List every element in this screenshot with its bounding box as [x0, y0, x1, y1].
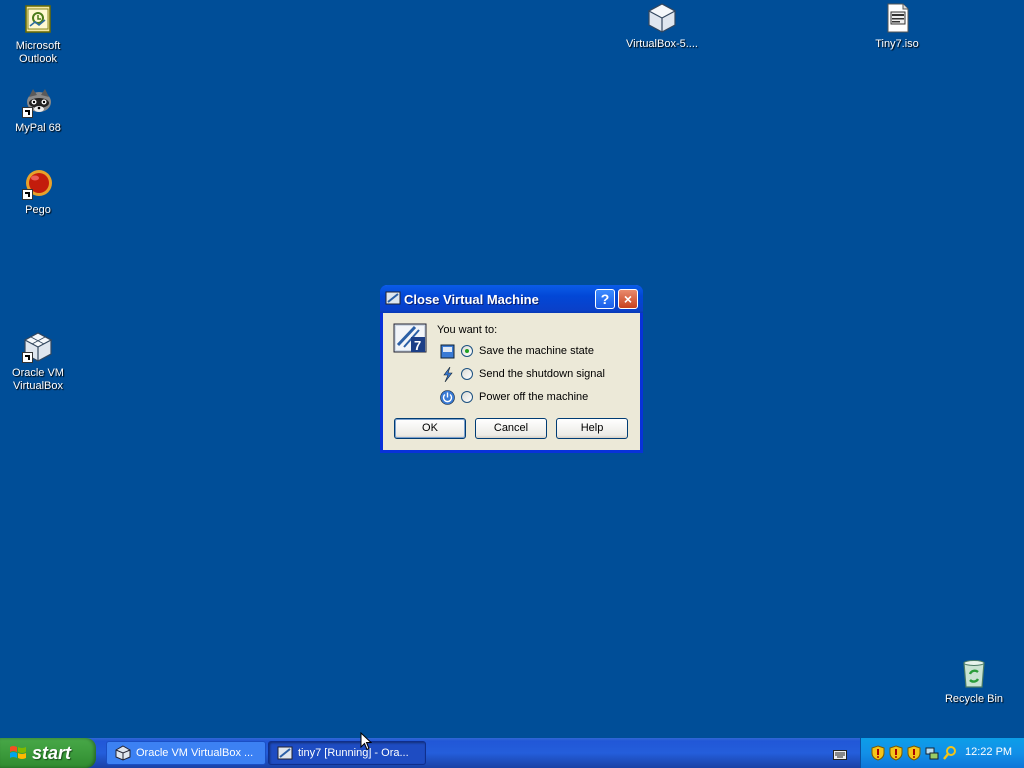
title-help-button[interactable]: ?	[595, 289, 615, 309]
virtualbox-icon	[22, 331, 54, 363]
option-label: Send the shutdown signal	[479, 368, 605, 380]
desktop: Microsoft Outlook MyPal 68 Pego Oracle V…	[0, 0, 1024, 768]
taskbar-item-oracle-vm-virtualbox[interactable]: Oracle VM VirtualBox ...	[106, 741, 266, 765]
mouse-cursor-icon	[360, 731, 373, 751]
option-shutdown-signal[interactable]: Send the shutdown signal	[440, 366, 605, 382]
svg-text:7: 7	[414, 338, 421, 353]
shortcut-arrow-icon	[22, 189, 33, 200]
shield-icon[interactable]	[871, 745, 885, 761]
power-off-icon	[440, 389, 455, 405]
shield-icon[interactable]	[907, 745, 921, 761]
shortcut-arrow-icon	[22, 107, 33, 118]
dialog-titlebar[interactable]: Close Virtual Machine ? ×	[380, 285, 643, 313]
help-button[interactable]: Help	[556, 418, 628, 439]
desktop-icon-label: MyPal 68	[15, 122, 61, 134]
save-state-icon	[440, 344, 455, 359]
option-label: Power off the machine	[479, 391, 589, 403]
desktop-icon-recycle-bin[interactable]: Recycle Bin	[936, 657, 1012, 706]
taskbar: start Oracle VM VirtualBox ... tiny7 [Ru…	[0, 738, 1024, 768]
iso-file-icon	[881, 2, 913, 34]
desktop-icon-label: Tiny7.iso	[875, 38, 919, 50]
virtualbox-installer-icon	[646, 2, 678, 34]
keyboard-icon[interactable]	[833, 747, 847, 760]
shutdown-signal-icon	[440, 366, 455, 382]
outlook-icon	[22, 4, 54, 36]
pego-icon	[22, 168, 54, 200]
taskbar-item-tiny7-running[interactable]: tiny7 [Running] - Ora...	[268, 741, 426, 765]
shield-icon[interactable]	[889, 745, 903, 761]
search-icon[interactable]	[943, 745, 957, 761]
desktop-icon-oracle-vm-virtualbox[interactable]: Oracle VM VirtualBox	[0, 331, 76, 393]
title-close-button[interactable]: ×	[618, 289, 638, 309]
cancel-button[interactable]: Cancel	[475, 418, 547, 439]
virtualbox-vm-icon: 7	[393, 321, 427, 355]
system-tray: 12:22 PM	[860, 738, 1024, 768]
desktop-icon-label: Pego	[25, 204, 51, 216]
recycle-bin-icon	[958, 657, 990, 689]
power-off-radio[interactable]	[461, 391, 473, 403]
desktop-icon-pego[interactable]: Pego	[0, 168, 76, 217]
save-state-radio[interactable]	[461, 345, 473, 357]
network-icon[interactable]	[925, 745, 939, 761]
desktop-icon-outlook[interactable]: Microsoft Outlook	[0, 4, 76, 66]
desktop-icon-label: Microsoft Outlook	[15, 40, 61, 65]
virtualbox-small-icon	[385, 290, 401, 306]
mypal-icon	[22, 86, 54, 118]
vm-window-task-icon	[277, 745, 293, 761]
start-button[interactable]: start	[0, 738, 96, 768]
dialog-title: Close Virtual Machine	[404, 292, 539, 307]
virtualbox-task-icon	[115, 745, 131, 761]
option-save-state[interactable]: Save the machine state	[440, 343, 594, 359]
close-virtual-machine-dialog: Close Virtual Machine ? × 7 You want to:	[380, 285, 643, 453]
desktop-icon-tiny7-iso[interactable]: Tiny7.iso	[859, 2, 935, 51]
ok-button[interactable]: OK	[394, 418, 466, 439]
option-label: Save the machine state	[479, 345, 594, 357]
windows-flag-icon	[9, 745, 27, 761]
desktop-icon-label: VirtualBox-5....	[626, 38, 698, 50]
task-label: Oracle VM VirtualBox ...	[136, 747, 254, 759]
clock[interactable]: 12:22 PM	[965, 746, 1012, 758]
desktop-icon-label: Recycle Bin	[944, 693, 1004, 705]
desktop-icon-label: Oracle VM VirtualBox	[12, 367, 64, 392]
dialog-body: 7 You want to: Save the machine state Se…	[383, 313, 640, 450]
shutdown-signal-radio[interactable]	[461, 368, 473, 380]
option-power-off[interactable]: Power off the machine	[440, 389, 588, 405]
desktop-icon-virtualbox-installer[interactable]: VirtualBox-5....	[624, 2, 700, 51]
desktop-icon-mypal[interactable]: MyPal 68	[0, 86, 76, 135]
task-label: tiny7 [Running] - Ora...	[298, 747, 409, 759]
shortcut-arrow-icon	[22, 352, 33, 363]
dialog-prompt: You want to:	[437, 324, 498, 336]
start-label: start	[32, 743, 72, 763]
